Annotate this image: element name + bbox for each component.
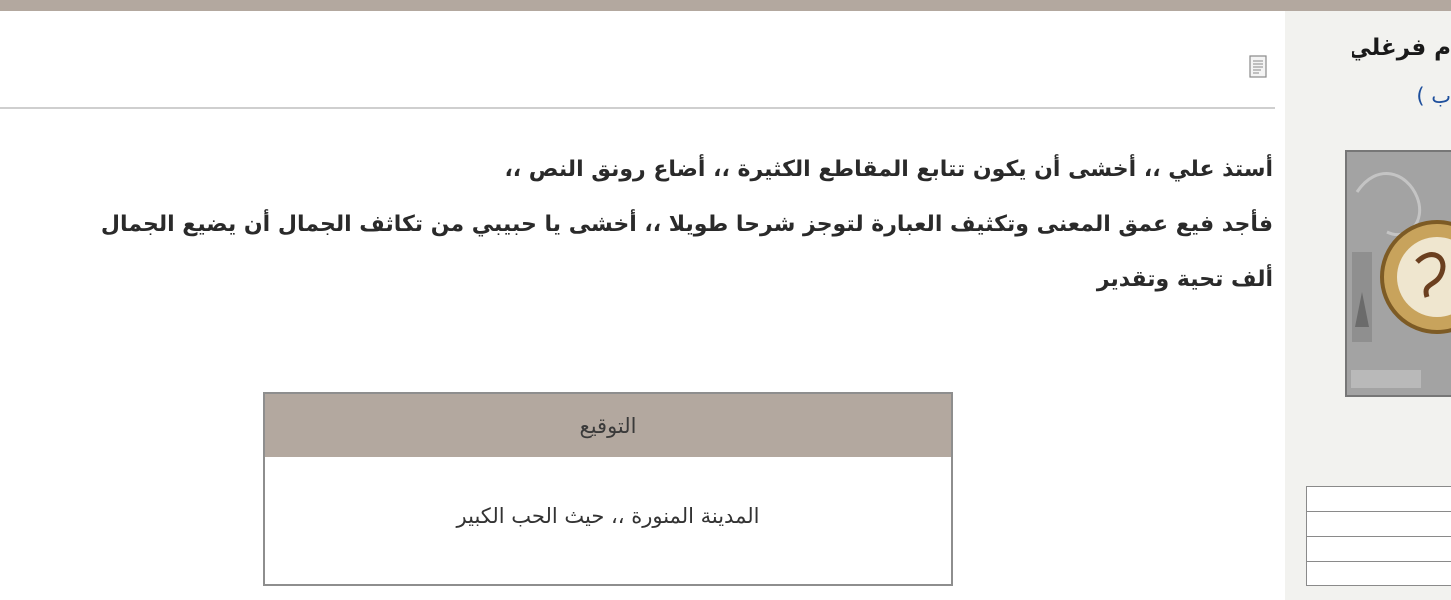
signature-box: التوقيع المدينة المنورة ،، حيث الحب الكب… [263, 392, 953, 586]
post-divider [0, 107, 1275, 109]
user-status-link[interactable]: ب ) [1413, 84, 1451, 108]
post-line: ألف تحية وتقدير [1096, 267, 1273, 292]
post-line: فأجد فيع عمق المعنى وتكثيف العبارة لتوجز… [100, 212, 1273, 237]
top-bar [0, 0, 1451, 11]
post-body: أستذ علي ،، أخشى أن يكون تتابع المقاطع ا… [0, 142, 1273, 307]
stats-row [1306, 561, 1451, 586]
stats-row [1306, 536, 1451, 561]
signature-text: المدينة المنورة ،، حيث الحب الكبير [456, 504, 760, 528]
avatar [1345, 150, 1451, 397]
username[interactable]: م فرغلي [1352, 35, 1451, 61]
signature-header: التوقيع [265, 394, 951, 457]
post-line: أستذ علي ،، أخشى أن يكون تتابع المقاطع ا… [504, 157, 1273, 182]
stats-row [1306, 486, 1451, 511]
user-stats-table [1306, 486, 1451, 600]
post-document-icon [1248, 54, 1270, 80]
stats-row [1306, 511, 1451, 536]
